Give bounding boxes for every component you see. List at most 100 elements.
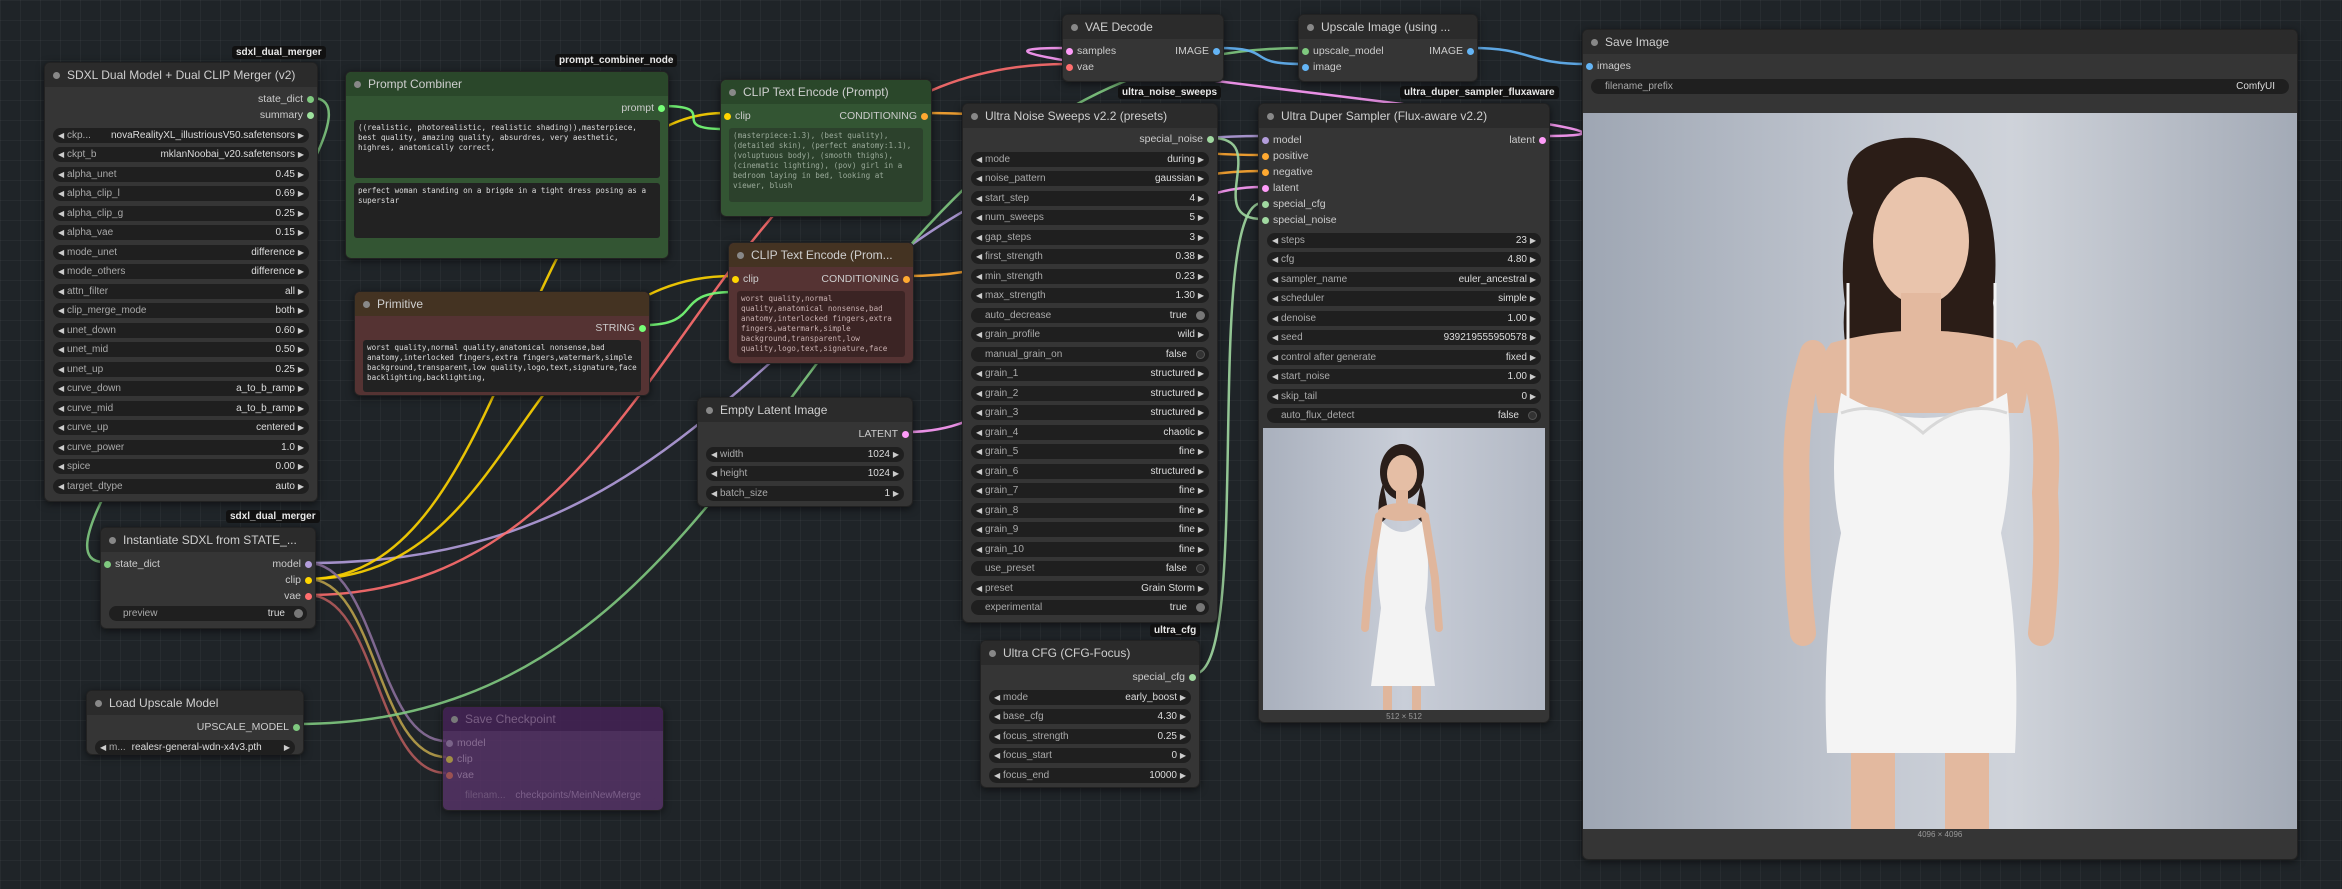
start-noise-widget[interactable]: ◀ ▶ start_noise 1.00 [1267,369,1541,384]
spice-widget[interactable]: ◀ ▶ spice 0.00 [53,459,309,474]
max-strength-widget[interactable]: ◀ ▶ max_strength 1.30 [971,288,1209,303]
decrement-arrow-icon[interactable]: ◀ [976,288,982,303]
input-images[interactable]: images [1583,58,1631,74]
noise-pattern-widget[interactable]: ◀ ▶ noise_pattern gaussian [971,171,1209,186]
increment-arrow-icon[interactable]: ▶ [1180,748,1186,763]
decrement-arrow-icon[interactable]: ◀ [994,748,1000,763]
increment-arrow-icon[interactable]: ▶ [298,225,304,240]
decrement-arrow-icon[interactable]: ◀ [711,466,717,481]
decrement-arrow-icon[interactable]: ◀ [994,709,1000,724]
increment-arrow-icon[interactable]: ▶ [1198,210,1204,225]
grain-6-widget[interactable]: ◀ ▶ grain_6 structured [971,463,1209,479]
output-summary[interactable]: summary [260,107,317,123]
increment-arrow-icon[interactable]: ▶ [298,420,304,435]
prompt-text-1[interactable]: ((realistic, photorealistic, realistic s… [354,120,660,178]
vae-decode-node[interactable]: VAE Decode samples IMAGE vae [1062,14,1224,82]
preview-toggle[interactable]: preview true [109,606,307,621]
decrement-arrow-icon[interactable]: ◀ [976,503,982,518]
decrement-arrow-icon[interactable]: ◀ [58,459,64,474]
model-wire-to-save[interactable] [307,561,447,743]
auto-flux-detect-widget[interactable]: auto_flux_detect false [1267,408,1541,423]
decrement-arrow-icon[interactable]: ◀ [1272,311,1278,326]
grain-3-widget[interactable]: ◀ ▶ grain_3 structured [971,405,1209,420]
increment-arrow-icon[interactable]: ▶ [1198,327,1204,342]
decrement-arrow-icon[interactable]: ◀ [976,581,982,596]
increment-arrow-icon[interactable]: ▶ [1530,311,1536,326]
output-image[interactable]: IMAGE [1429,43,1477,59]
input-latent[interactable]: latent [1259,180,1299,196]
decrement-arrow-icon[interactable]: ◀ [976,191,982,206]
increment-arrow-icon[interactable]: ▶ [298,206,304,221]
target-dtype-widget[interactable]: ◀ ▶ target_dtype auto [53,478,309,494]
output-special-noise[interactable]: special_noise [1139,131,1217,147]
mode-others-widget[interactable]: ◀ ▶ mode_others difference [53,264,309,279]
alpha-vae-widget[interactable]: ◀ ▶ alpha_vae 0.15 [53,225,309,240]
ultra-noise-sweeps-node[interactable]: Ultra Noise Sweeps v2.2 (presets) specia… [962,103,1218,623]
increment-arrow-icon[interactable]: ▶ [298,459,304,474]
string-wire[interactable] [643,290,733,327]
decrement-arrow-icon[interactable]: ◀ [58,186,64,201]
increment-arrow-icon[interactable]: ▶ [1198,230,1204,245]
sdxl-merger-node[interactable]: SDXL Dual Model + Dual CLIP Merger (v2) … [44,62,318,502]
node-title[interactable]: VAE Decode [1063,15,1223,39]
input-special-noise[interactable]: special_noise [1259,212,1337,228]
decrement-arrow-icon[interactable]: ◀ [976,269,982,284]
decrement-arrow-icon[interactable]: ◀ [976,366,982,381]
focus-strength-widget[interactable]: ◀ ▶ focus_strength 0.25 [989,728,1191,744]
decrement-arrow-icon[interactable]: ◀ [58,342,64,357]
curve-mid-widget[interactable]: ◀ ▶ curve_mid a_to_b_ramp [53,400,309,416]
input-model[interactable]: model [443,735,486,751]
increment-arrow-icon[interactable]: ▶ [1198,152,1204,167]
increment-arrow-icon[interactable]: ▶ [1198,464,1204,479]
preview-image[interactable] [1263,428,1545,710]
increment-arrow-icon[interactable]: ▶ [298,167,304,182]
decrement-arrow-icon[interactable]: ◀ [58,479,64,494]
increment-arrow-icon[interactable]: ▶ [1198,269,1204,284]
increment-arrow-icon[interactable]: ▶ [1530,350,1536,365]
use-preset-widget[interactable]: use_preset false [971,561,1209,576]
decrement-arrow-icon[interactable]: ◀ [976,425,982,440]
increment-arrow-icon[interactable]: ▶ [1198,522,1204,537]
decrement-arrow-icon[interactable]: ◀ [976,464,982,479]
upscale-image-node[interactable]: Upscale Image (using ... upscale_model I… [1298,14,1478,82]
input-state-dict[interactable]: state_dict [101,556,160,572]
increment-arrow-icon[interactable]: ▶ [1530,330,1536,345]
increment-arrow-icon[interactable]: ▶ [1530,369,1536,384]
preset-widget[interactable]: ◀ ▶ preset Grain Storm [971,580,1209,596]
skip-tail-widget[interactable]: ◀ ▶ skip_tail 0 [1267,388,1541,404]
increment-arrow-icon[interactable]: ▶ [1198,249,1204,264]
increment-arrow-icon[interactable]: ▶ [1530,272,1536,287]
input-vae[interactable]: vae [443,767,474,783]
output-conditioning[interactable]: CONDITIONING [839,108,931,124]
decrement-arrow-icon[interactable]: ◀ [976,171,982,186]
output-image[interactable]: IMAGE [1175,43,1223,59]
decrement-arrow-icon[interactable]: ◀ [976,542,982,557]
steps-widget[interactable]: ◀ ▶ steps 23 [1267,232,1541,248]
mode-widget[interactable]: ◀ ▶ mode during [971,151,1209,167]
increment-arrow-icon[interactable]: ▶ [1198,581,1204,596]
save-checkpoint-node[interactable]: Save Checkpoint model clip vae filenam..… [442,706,664,811]
decrement-arrow-icon[interactable]: ◀ [58,245,64,260]
primitive-node[interactable]: Primitive STRING worst quality,normal qu… [354,291,650,396]
mode-unet-widget[interactable]: ◀ ▶ mode_unet difference [53,244,309,260]
decrement-arrow-icon[interactable]: ◀ [976,483,982,498]
decrement-arrow-icon[interactable]: ◀ [1272,233,1278,248]
node-title[interactable]: Primitive [355,292,649,316]
decrement-arrow-icon[interactable]: ◀ [1272,291,1278,306]
denoise-widget[interactable]: ◀ ▶ denoise 1.00 [1267,310,1541,326]
increment-arrow-icon[interactable]: ▶ [1180,690,1186,705]
increment-arrow-icon[interactable]: ▶ [298,362,304,377]
curve-down-widget[interactable]: ◀ ▶ curve_down a_to_b_ramp [53,381,309,396]
scheduler-widget[interactable]: ◀ ▶ scheduler simple [1267,291,1541,306]
decrement-arrow-icon[interactable]: ◀ [994,768,1000,783]
increment-arrow-icon[interactable]: ▶ [1530,252,1536,267]
grain-9-widget[interactable]: ◀ ▶ grain_9 fine [971,522,1209,537]
gap-steps-widget[interactable]: ◀ ▶ gap_steps 3 [971,229,1209,245]
increment-arrow-icon[interactable]: ▶ [298,440,304,455]
alpha-clip-l-widget[interactable]: ◀ ▶ alpha_clip_l 0.69 [53,186,309,201]
alpha-unet-widget[interactable]: ◀ ▶ alpha_unet 0.45 [53,166,309,182]
increment-arrow-icon[interactable]: ▶ [298,479,304,494]
empty-latent-image-node[interactable]: Empty Latent Image LATENT ◀ ▶ width 1024 ◀ ▶ h… [697,397,913,507]
toggle-knob-icon[interactable] [1196,564,1205,573]
attn-filter-widget[interactable]: ◀ ▶ attn_filter all [53,283,309,299]
